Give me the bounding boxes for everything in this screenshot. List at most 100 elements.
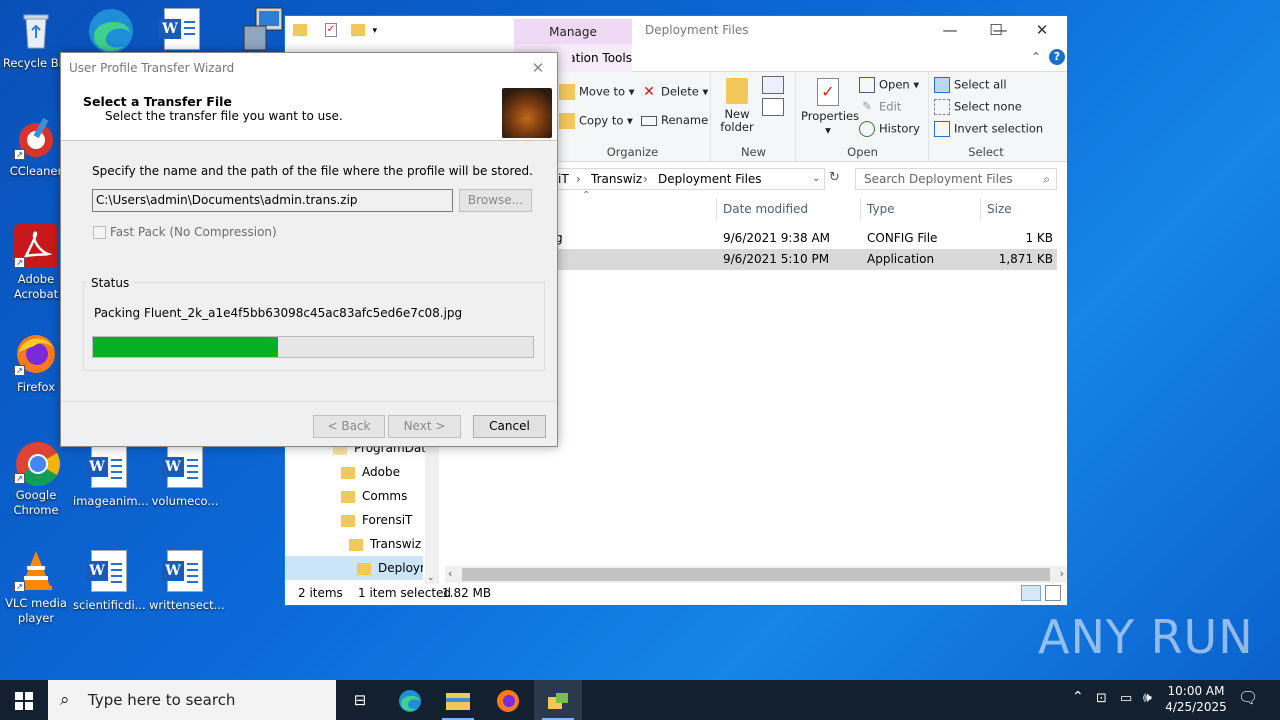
move-to-button[interactable]: Move to ▾ [559, 84, 634, 100]
word-document-icon: W [162, 446, 203, 488]
breadcrumb-partial[interactable]: iT [558, 169, 569, 189]
desktop-icon-word-doc[interactable]: W volumeco... [149, 446, 221, 509]
invert-selection-button[interactable]: Invert selection [934, 121, 1043, 137]
next-button[interactable]: Next > [388, 415, 461, 438]
status-label: Status [87, 276, 134, 290]
column-header-type[interactable]: Type [867, 202, 895, 216]
minimize-icon[interactable]: — [927, 16, 973, 44]
table-row-selected[interactable]: 9/6/2021 5:10 PM Application 1,871 KB [555, 249, 1057, 270]
large-icons-view-icon[interactable] [1045, 585, 1061, 601]
desktop-icon-vlc[interactable]: ↗ VLC media player [0, 548, 72, 626]
tray-meet-icon[interactable]: ⊡ [1096, 691, 1107, 706]
tray-chevron-up-icon[interactable]: ⌃ [1072, 689, 1084, 705]
tree-item-deployment-files[interactable]: Deploym [285, 556, 423, 580]
breadcrumb-separator-icon: › [576, 172, 581, 186]
desktop-icon-edge-partial[interactable] [86, 6, 136, 53]
file-size: 1,871 KB [998, 252, 1053, 266]
tray-volume-icon[interactable]: 🕪 [1143, 690, 1152, 706]
desktop-icon-label: Google Chrome [13, 488, 59, 517]
column-divider[interactable] [860, 198, 861, 220]
recycle-bin-icon [14, 8, 58, 52]
vlc-icon: ↗ [14, 548, 58, 592]
file-explorer-icon [446, 692, 470, 710]
refresh-icon[interactable]: ↻ [829, 170, 840, 185]
easy-access-icon[interactable] [762, 98, 784, 116]
notification-icon[interactable]: 🗨 [1238, 688, 1258, 707]
desktop-icon-label: writtensect... [149, 598, 225, 612]
column-header-date[interactable]: Date modified [723, 202, 808, 216]
tree-scrollbar[interactable]: ⌄ [425, 438, 439, 584]
desktop-icon-word-doc[interactable]: W scientificdi... [73, 550, 146, 613]
new-item-icon[interactable] [762, 76, 784, 94]
chevron-down-icon[interactable]: ▾ [372, 26, 377, 36]
select-none-button[interactable]: Select none [934, 99, 1022, 115]
search-input[interactable]: Search Deployment Files ⌕ [855, 168, 1057, 190]
cancel-button[interactable]: Cancel [473, 415, 546, 438]
close-icon[interactable]: ✕ [1019, 16, 1065, 44]
folder-icon[interactable] [293, 23, 307, 36]
taskbar-edge[interactable] [386, 680, 434, 720]
close-icon[interactable]: ✕ [523, 56, 553, 80]
ribbon-collapse-icon[interactable]: ⌃ [1031, 50, 1041, 64]
tree-item-comms[interactable]: Comms [341, 484, 407, 508]
open-button[interactable]: Open ▾ [859, 77, 919, 93]
fast-pack-checkbox[interactable]: Fast Pack (No Compression) [93, 225, 277, 239]
wizard-subheading: Select the transfer file you want to use… [105, 109, 343, 123]
tray-network-icon[interactable]: ▭ [1120, 691, 1132, 706]
scroll-right-icon[interactable]: › [1060, 567, 1064, 580]
selected-count: 1 item selected [358, 586, 452, 600]
column-divider[interactable] [980, 198, 981, 220]
ribbon-group-label: Select [968, 145, 1004, 159]
history-button[interactable]: History [859, 121, 920, 137]
column-header-size[interactable]: Size [987, 202, 1012, 216]
watermark: ANY RUN [1038, 610, 1254, 664]
desktop-icon-word-partial[interactable]: W [159, 8, 200, 50]
chevron-down-icon[interactable]: ⌄ [812, 169, 820, 189]
maximize-icon[interactable]: ☐ [973, 16, 1019, 44]
delete-button[interactable]: ✕ Delete ▾ [641, 84, 708, 100]
table-row[interactable]: g 9/6/2021 9:38 AM CONFIG File 1 KB [555, 228, 1057, 249]
task-view-button[interactable]: ⊟ [336, 680, 384, 720]
desktop-icon-word-doc[interactable]: W imageanim... [73, 446, 149, 509]
breadcrumb-current[interactable]: Deployment Files [658, 169, 762, 189]
desktop-icon-installer-partial[interactable] [242, 6, 284, 52]
word-document-icon: W [159, 8, 200, 50]
taskbar: ⌕ Type here to search ⊟ ⌃ ⊡ ▭ 🕪 10:00 AM… [0, 680, 1280, 720]
new-folder-icon [726, 78, 748, 104]
tree-item-transwiz[interactable]: Transwiz [349, 532, 421, 556]
invert-selection-icon [934, 121, 950, 137]
scroll-left-icon[interactable]: ‹ [448, 567, 452, 580]
copy-to-button[interactable]: Copy to ▾ [559, 113, 633, 129]
select-all-button[interactable]: Select all [934, 77, 1007, 93]
desktop-icon-word-doc[interactable]: W writtensect... [149, 550, 225, 613]
back-button[interactable]: < Back [313, 415, 385, 438]
taskbar-file-explorer[interactable] [434, 680, 482, 720]
start-button[interactable] [0, 680, 48, 720]
tray-clock[interactable]: 10:00 AM 4/25/2025 [1160, 683, 1232, 715]
word-document-icon: W [162, 550, 203, 592]
properties-button[interactable]: ✓ Properties ▾ [801, 78, 859, 137]
progress-fill [93, 337, 278, 357]
help-icon[interactable]: ? [1049, 49, 1065, 65]
new-folder-button[interactable]: New folder [720, 78, 754, 134]
properties-check-icon[interactable]: ✓ [324, 22, 337, 37]
firefox-icon [497, 689, 519, 712]
rename-button[interactable]: Rename [641, 113, 708, 127]
desktop-icon-google-chrome[interactable]: ↗ Google Chrome [0, 440, 72, 518]
tree-item-adobe[interactable]: Adobe [341, 460, 400, 484]
details-view-icon[interactable] [1021, 585, 1041, 601]
folder-icon [357, 562, 371, 575]
taskbar-firefox[interactable] [484, 680, 532, 720]
browse-button[interactable]: Browse... [459, 189, 532, 212]
column-divider[interactable] [716, 198, 717, 220]
new-folder-icon[interactable] [350, 23, 365, 36]
edit-button[interactable]: ✎ Edit [859, 99, 901, 115]
tree-item-forensit[interactable]: ForensiT [341, 508, 412, 532]
wizard-heading: Select a Transfer File [83, 94, 232, 109]
taskbar-transwiz[interactable] [534, 680, 582, 720]
taskbar-search-input[interactable]: ⌕ Type here to search [48, 680, 336, 720]
transfer-file-path-input[interactable]: C:\Users\admin\Documents\admin.trans.zip [92, 189, 453, 212]
tab-manage[interactable]: Manage [514, 19, 632, 45]
breadcrumb-transwiz[interactable]: Transwiz [591, 169, 642, 189]
scrollbar-thumb[interactable] [462, 568, 1050, 581]
